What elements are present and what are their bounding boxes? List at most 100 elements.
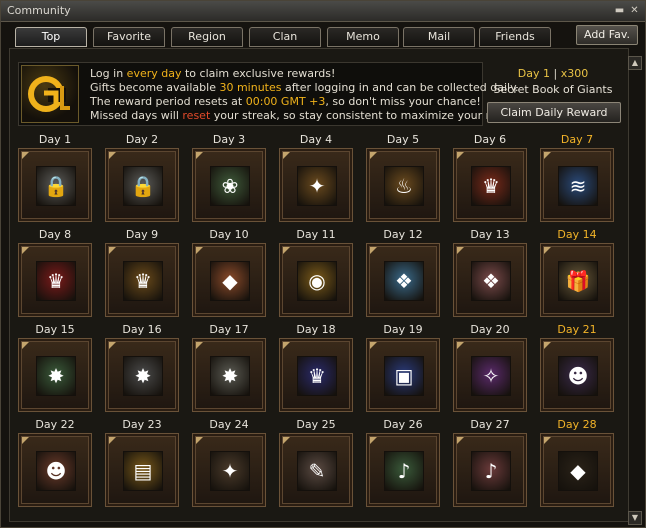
day-label: Day 25 [296,418,336,431]
reward-slot[interactable]: ❖ [453,243,527,317]
day-label: Day 6 [473,133,507,146]
crown-icon: ♛ [36,261,76,301]
reward-slot[interactable]: ♛ [105,243,179,317]
slot-corner-marker [283,437,290,444]
reward-slot[interactable]: ♪ [366,433,440,507]
day-label: Day 17 [209,323,249,336]
day-label: Day 27 [470,418,510,431]
day-label: Day 28 [557,418,597,431]
reward-slot[interactable]: ☻ [540,338,614,412]
reward-slot[interactable]: ♛ [18,243,92,317]
crown-icon: ♛ [297,356,337,396]
slot-corner-marker [283,247,290,254]
slot-corner-marker [457,152,464,159]
add-favorite-button[interactable]: Add Fav. [576,25,638,45]
day-label: Day 24 [209,418,249,431]
day-label: Day 16 [122,323,162,336]
slot-corner-marker [544,152,551,159]
community-window: Community ▬ ✕ Top Favorite Region Clan M… [0,0,646,528]
slot-corner-marker [196,342,203,349]
event-logo [21,65,79,123]
slot-corner-marker [22,342,29,349]
day-label: Day 7 [560,133,594,146]
day-label: Day 23 [122,418,162,431]
slot-corner-marker [457,342,464,349]
day-label: Day 26 [383,418,423,431]
tab-memo[interactable]: Memo [327,27,399,47]
reward-slot[interactable]: ♛ [453,148,527,222]
reward-slot[interactable]: ✦ [279,148,353,222]
grin-mask-icon: ☻ [558,356,598,396]
day-label: Day 10 [209,228,249,241]
slot-corner-marker [109,152,116,159]
reward-slot[interactable]: ❀ [192,148,266,222]
reward-slot[interactable]: ♨ [366,148,440,222]
gold-pile-icon: ✦ [297,166,337,206]
tab-friends[interactable]: Friends [479,27,551,47]
jewel-chest-icon: ✦ [210,451,250,491]
slot-corner-marker [544,437,551,444]
slot-corner-marker [22,152,29,159]
tab-region[interactable]: Region [171,27,243,47]
crystal-box-icon: ❖ [384,261,424,301]
scroll-icon: ✎ [297,451,337,491]
day-label: Day 19 [383,323,423,336]
claim-daily-reward-button[interactable]: Claim Daily Reward [487,102,621,123]
reward-slot[interactable]: ✧ [453,338,527,412]
horn-icon: ♪ [384,451,424,491]
slot-corner-marker [109,247,116,254]
slot-corner-marker [544,342,551,349]
red-horn-icon: ♪ [471,451,511,491]
slot-corner-marker [283,152,290,159]
slot-corner-marker [370,152,377,159]
info-line-3: The reward period resets at 00:00 GMT +3… [90,95,481,108]
reward-slot[interactable]: 🎁 [540,243,614,317]
reward-slot[interactable]: ✦ [192,433,266,507]
info-line-1: Log in every day to claim exclusive rewa… [90,67,336,80]
crown-icon: ♛ [471,166,511,206]
slot-corner-marker [196,152,203,159]
reward-slot[interactable]: ♪ [453,433,527,507]
day-label: Day 9 [125,228,159,241]
crown-icon: ♛ [123,261,163,301]
reward-slot[interactable]: ◆ [540,433,614,507]
slot-corner-marker [109,342,116,349]
tab-clan[interactable]: Clan [249,27,321,47]
scroll-up-icon[interactable]: ▲ [628,56,642,70]
reward-slot[interactable]: ◆ [192,243,266,317]
reward-slot[interactable]: ▤ [105,433,179,507]
minimize-icon[interactable]: ▬ [613,4,626,17]
reward-slot[interactable]: ✸ [192,338,266,412]
reward-slot[interactable]: ✎ [279,433,353,507]
day-label: Day 18 [296,323,336,336]
reward-slot[interactable]: ✸ [105,338,179,412]
tab-top[interactable]: Top [15,27,87,47]
grin-mask-icon: ☻ [36,451,76,491]
day-label: Day 1 [38,133,72,146]
day-label: Day 15 [35,323,75,336]
tab-mail[interactable]: Mail [403,27,475,47]
day-label: Day 11 [296,228,336,241]
day-label: Day 12 [383,228,423,241]
reward-slot[interactable]: ✸ [18,338,92,412]
info-line-2: Gifts become available 30 minutes after … [90,81,519,94]
rune-icon: ✧ [471,356,511,396]
reward-slot[interactable]: ❖ [366,243,440,317]
reward-slot[interactable]: 🔒 [18,148,92,222]
reward-slot[interactable]: ▣ [366,338,440,412]
reward-slot[interactable]: ♛ [279,338,353,412]
reward-slot[interactable]: 🔒 [105,148,179,222]
diamond-icon: ◆ [558,451,598,491]
day-label: Day 4 [299,133,333,146]
slot-corner-marker [370,342,377,349]
window-title: Community [7,4,71,17]
reward-slot[interactable]: ◉ [279,243,353,317]
title-bar[interactable]: Community ▬ ✕ [1,1,645,22]
reward-slot[interactable]: ≋ [540,148,614,222]
day-label: Day 2 [125,133,159,146]
reward-slot[interactable]: ☻ [18,433,92,507]
close-icon[interactable]: ✕ [628,4,641,17]
lock-icon: 🔒 [123,166,163,206]
tab-favorite[interactable]: Favorite [93,27,165,47]
scroll-down-icon[interactable]: ▼ [628,511,642,525]
